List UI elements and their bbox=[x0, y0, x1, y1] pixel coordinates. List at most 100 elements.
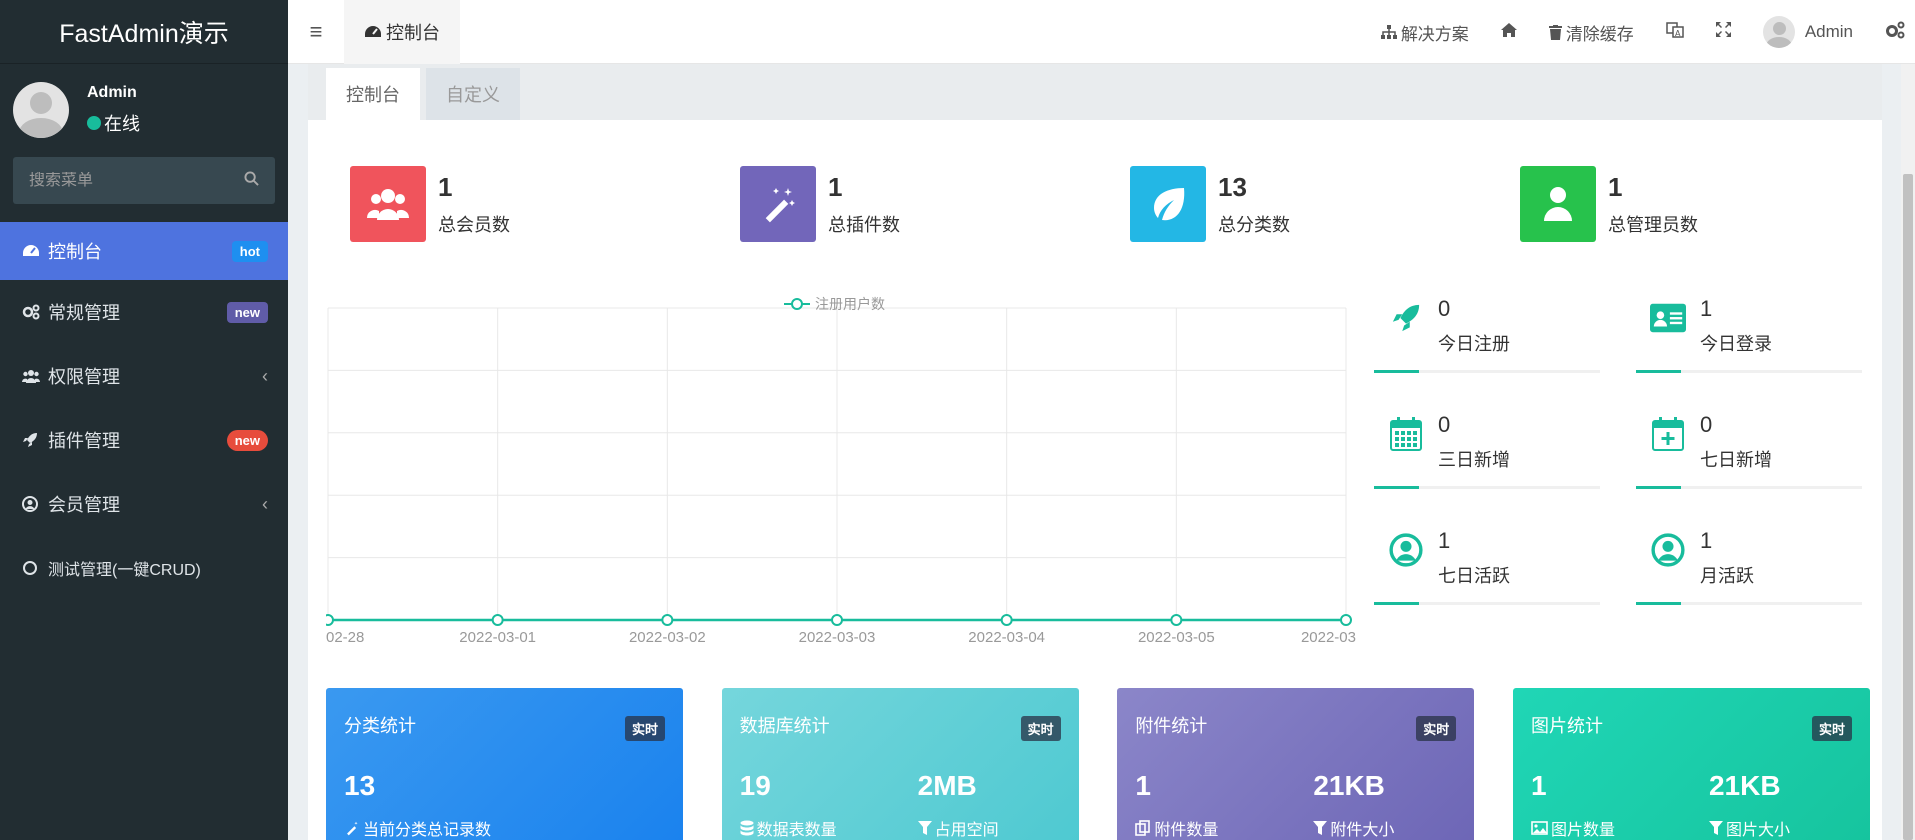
stat-categories: 13 总分类数 bbox=[1130, 166, 1520, 242]
svg-text:A: A bbox=[1675, 29, 1681, 38]
sidebar-item-addons[interactable]: 插件管理 new bbox=[0, 408, 288, 472]
user-menu[interactable]: Admin bbox=[1747, 0, 1869, 64]
stat-admins: 1 总管理员数 bbox=[1520, 166, 1910, 242]
card-title: 附件统计 bbox=[1135, 716, 1208, 736]
card-value: 13 bbox=[344, 770, 376, 801]
menu-toggle-icon[interactable]: ≡ bbox=[288, 0, 344, 64]
menu-search bbox=[13, 157, 275, 204]
home-button[interactable] bbox=[1485, 0, 1533, 64]
tab-label: 控制台 bbox=[386, 22, 440, 43]
card-value: 2MB bbox=[917, 770, 977, 801]
brand-logo[interactable]: FastAdmin演示 bbox=[0, 0, 288, 64]
rocket-icon bbox=[22, 432, 42, 448]
line-chart: 02-28 2022-03-01 2022-03-02 2022-03-03 2022-… bbox=[322, 307, 1356, 646]
user-circle-icon bbox=[1650, 532, 1686, 568]
mini-label: 七日活跃 bbox=[1438, 566, 1510, 586]
rocket-icon bbox=[1388, 300, 1424, 336]
mini-stat-today-login: 1 今日登录 bbox=[1636, 290, 1862, 380]
sidebar-item-auth[interactable]: 权限管理 ‹ bbox=[0, 344, 288, 408]
translate-icon: A bbox=[1666, 21, 1684, 43]
mini-stat-3day-new: 0 三日新增 bbox=[1374, 406, 1600, 496]
card-value-label: 附件大小 bbox=[1330, 822, 1395, 839]
data-point bbox=[661, 614, 674, 626]
data-point bbox=[1000, 614, 1013, 626]
user-panel: Admin 在线 bbox=[0, 64, 288, 156]
mini-value: 1 bbox=[1700, 528, 1713, 553]
card-value-label: 当前分类总记录数 bbox=[363, 822, 492, 839]
card-value-label: 数据表数量 bbox=[756, 822, 837, 839]
chart-legend[interactable]: 注册用户数 bbox=[784, 294, 885, 314]
sidebar-item-test[interactable]: 测试管理(一键CRUD) bbox=[0, 536, 288, 600]
page-scrollbar[interactable] bbox=[1901, 64, 1915, 840]
stat-value: 13 bbox=[1218, 171, 1247, 202]
calendar-plus-icon bbox=[1650, 416, 1686, 452]
stat-cards: 分类统计 实时 13 当前分类总记录数 数据库统计 实时 19 数据表数量 2M… bbox=[326, 688, 1870, 840]
card-value: 19 bbox=[739, 770, 771, 801]
avatar bbox=[13, 82, 69, 138]
dashboard-icon bbox=[22, 243, 42, 259]
card-title: 图片统计 bbox=[1530, 716, 1603, 736]
database-icon bbox=[740, 820, 754, 836]
expand-icon bbox=[1715, 22, 1731, 42]
legend-marker-icon bbox=[784, 298, 810, 310]
topbar-right: 解决方案 清除缓存 A Admin bbox=[1365, 0, 1915, 64]
tab-dashboard-panel[interactable]: 控制台 bbox=[326, 68, 420, 120]
cogs-icon bbox=[22, 304, 42, 320]
sidebar-item-members[interactable]: 会员管理 ‹ bbox=[0, 472, 288, 536]
id-card-icon bbox=[1650, 300, 1686, 336]
hot-badge: hot bbox=[231, 240, 268, 262]
stat-label: 总管理员数 bbox=[1608, 214, 1698, 235]
settings-button[interactable] bbox=[1869, 0, 1915, 64]
stats-row: 1 总会员数 1 总插件数 13 总分类数 1 总管理员数 bbox=[350, 166, 1910, 242]
new-badge: new bbox=[226, 301, 268, 323]
avatar bbox=[1762, 16, 1795, 48]
user-name: Admin bbox=[1804, 22, 1853, 41]
sidebar-item-general[interactable]: 常规管理 new bbox=[0, 280, 288, 344]
calendar-icon bbox=[1388, 416, 1424, 452]
data-point bbox=[491, 614, 504, 626]
tab-custom[interactable]: 自定义 bbox=[426, 68, 520, 120]
realtime-badge: 实时 bbox=[1416, 716, 1457, 741]
stat-value: 1 bbox=[828, 171, 843, 202]
stat-label: 总插件数 bbox=[828, 214, 900, 235]
registration-chart: 02-28 2022-03-01 2022-03-02 2022-03-03 2022-… bbox=[322, 290, 1356, 650]
mini-stat-month-active: 1 月活跃 bbox=[1636, 522, 1862, 612]
files-icon bbox=[1135, 820, 1151, 836]
card-value-label: 图片大小 bbox=[1725, 822, 1790, 839]
card-value-label: 附件数量 bbox=[1154, 822, 1219, 839]
user-circle-icon bbox=[1388, 532, 1424, 568]
card-value: 1 bbox=[1135, 770, 1151, 801]
clear-cache-button[interactable]: 清除缓存 bbox=[1533, 0, 1650, 64]
language-button[interactable]: A bbox=[1650, 0, 1700, 64]
x-tick-label: 2022-03-05 bbox=[1138, 629, 1215, 646]
solution-link[interactable]: 解决方案 bbox=[1365, 0, 1485, 64]
mini-value: 0 bbox=[1700, 412, 1713, 437]
tab-dashboard[interactable]: 控制台 bbox=[344, 0, 460, 64]
user-circle-icon bbox=[22, 496, 42, 512]
user-status-text: 在线 bbox=[104, 114, 140, 134]
fullscreen-button[interactable] bbox=[1700, 0, 1747, 64]
scrollbar-thumb[interactable] bbox=[1903, 174, 1913, 840]
mini-stat-7day-new: 0 七日新增 bbox=[1636, 406, 1862, 496]
x-tick-label: 2022-03-03 bbox=[799, 629, 876, 646]
realtime-badge: 实时 bbox=[1020, 716, 1061, 741]
stat-label: 总会员数 bbox=[438, 214, 510, 235]
magic-wand-icon bbox=[344, 820, 360, 836]
filter-icon bbox=[1313, 821, 1328, 835]
search-icon[interactable] bbox=[244, 170, 259, 191]
card-database: 数据库统计 实时 19 数据表数量 2MB 占用空间 bbox=[721, 688, 1079, 840]
content-tabs: 控制台 自定义 bbox=[308, 64, 1882, 120]
topbar: ≡ 控制台 解决方案 清除缓存 A Admin bbox=[288, 0, 1915, 64]
sidebar-item-dashboard[interactable]: 控制台 hot bbox=[0, 222, 288, 280]
cogs-icon bbox=[1885, 21, 1905, 44]
user-status: 在线 bbox=[87, 110, 140, 136]
realtime-badge: 实时 bbox=[1811, 716, 1852, 741]
card-image: 图片统计 实时 1 图片数量 21KB 图片大小 bbox=[1512, 688, 1870, 840]
card-title: 数据库统计 bbox=[739, 716, 830, 736]
card-title: 分类统计 bbox=[344, 716, 416, 736]
magic-wand-icon bbox=[740, 166, 816, 242]
sidebar: FastAdmin演示 Admin 在线 控制台 hot 常规管 bbox=[0, 0, 288, 840]
x-tick-label: 2022-03-02 bbox=[629, 629, 706, 646]
menu-search-input[interactable] bbox=[29, 171, 229, 190]
card-value-label: 图片数量 bbox=[1550, 822, 1615, 839]
